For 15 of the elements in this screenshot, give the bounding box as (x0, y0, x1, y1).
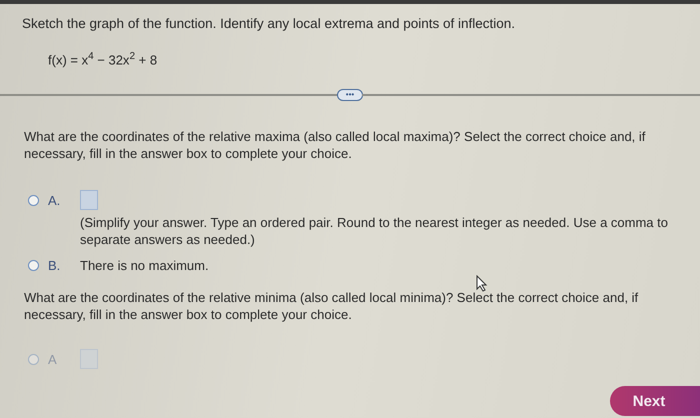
radio-button[interactable] (28, 260, 39, 271)
choice-text: There is no maximum. (80, 258, 210, 273)
question-text: What are the coordinates of the relative minima (also called local minima)? Select the correct choice and, if necessary, fill in the answer box to complete your choice. (24, 289, 640, 323)
question-text: What are the coordinates of the relative maxima (also called local maxima)? Select the correct choice and, if necessary, fill in the answer box to complete your choice. (24, 128, 646, 162)
next-button[interactable]: Next (610, 386, 700, 416)
expand-button[interactable]: ••• (336, 89, 364, 101)
radio-button[interactable] (28, 194, 39, 206)
choice-label: A. (48, 192, 62, 208)
instruction-text: Sketch the graph of the function. Identify any local extrema and points of inflection. (22, 16, 516, 31)
hint-text: (Simplify your answer. Type an ordered pair. Round to the nearest integer as needed. Use a comma to separate answers as needed.) (80, 214, 669, 248)
choice-label: B. (48, 258, 62, 273)
cursor-icon (476, 275, 488, 292)
answer-box[interactable] (80, 190, 98, 210)
choice-label: A (48, 352, 58, 366)
function-formula: f(x) = x$^{4}$ − 32x$^{2}$ + 8 (48, 51, 158, 68)
